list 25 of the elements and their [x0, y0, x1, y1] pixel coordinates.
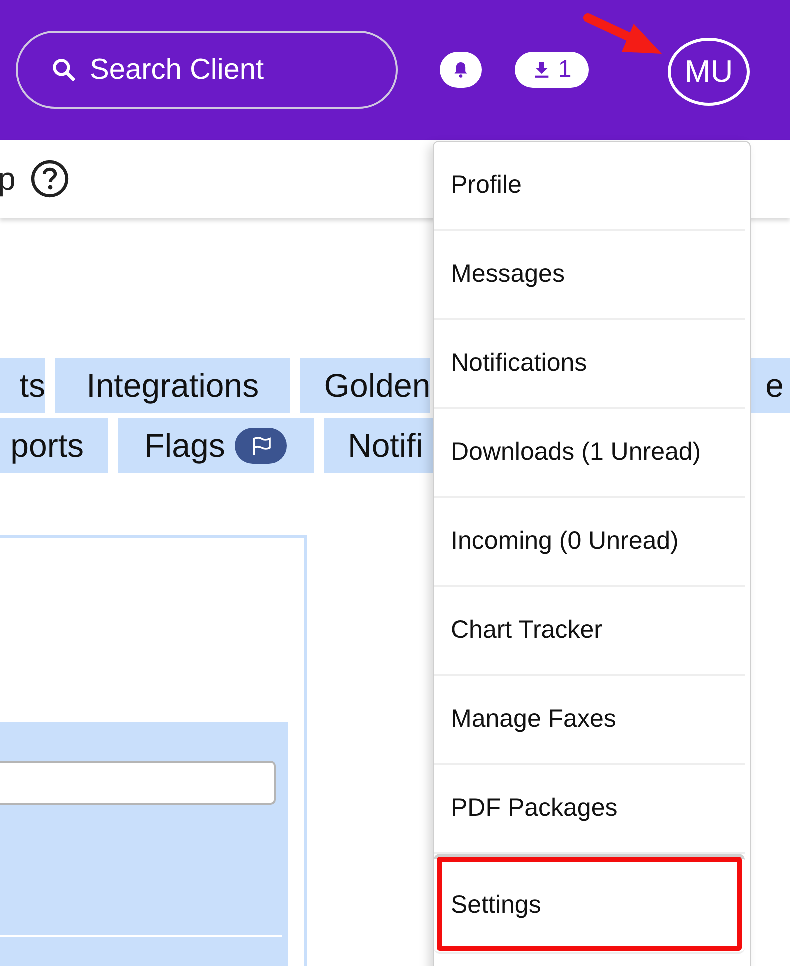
notifications-button[interactable] [440, 52, 482, 88]
help-icon[interactable] [30, 159, 70, 199]
search-icon [50, 56, 78, 84]
menu-item[interactable]: Messages [434, 231, 745, 320]
input-field[interactable] [0, 761, 276, 805]
menu-item[interactable]: Downloads (1 Unread) [434, 409, 745, 498]
flag-icon [235, 428, 288, 464]
tab[interactable]: Integrations [55, 358, 290, 413]
avatar-button[interactable]: MU [668, 38, 750, 106]
tab[interactable]: Flags [118, 418, 314, 473]
page-title: p [0, 160, 16, 198]
menu-item[interactable]: Incoming (0 Unread) [434, 498, 745, 587]
menu-item[interactable]: Notifications [434, 320, 745, 409]
search-field[interactable]: Search Client [16, 31, 398, 109]
menu-item[interactable]: PDF Packages [434, 765, 745, 854]
tab[interactable]: Golden [300, 358, 430, 413]
tab[interactable]: ts [0, 358, 46, 413]
downloads-button[interactable]: 1 [515, 52, 589, 88]
tab[interactable]: ports [0, 418, 108, 473]
menu-item[interactable]: Profile [434, 142, 745, 231]
menu-item[interactable]: Chart Tracker [434, 587, 745, 676]
menu-item[interactable]: Settings [434, 854, 745, 954]
tab[interactable]: e [750, 358, 790, 413]
menu-item[interactable]: Manage Faxes [434, 676, 745, 765]
tab[interactable]: Notifi [324, 418, 434, 473]
